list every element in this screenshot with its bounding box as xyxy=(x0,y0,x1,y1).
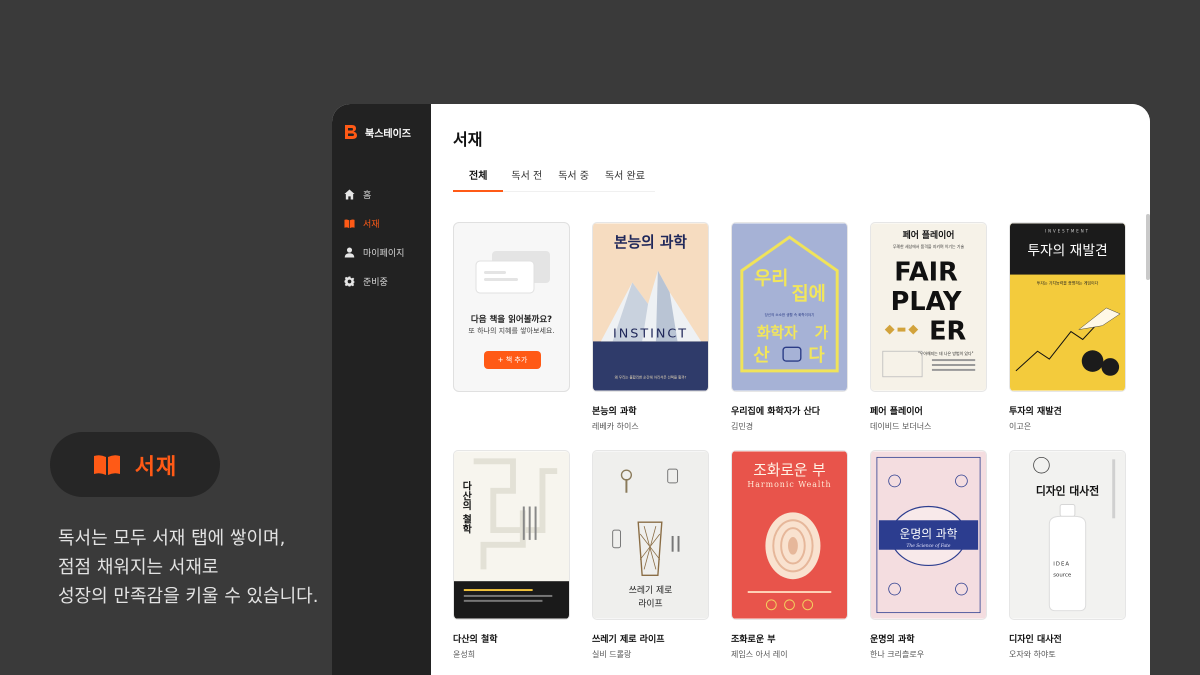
book-card[interactable]: 본능의 과학 INSTINCT 왜 우리는 불합리한 순간에 아리석은 선택을 … xyxy=(592,222,709,440)
svg-text:라이프: 라이프 xyxy=(638,599,662,610)
book-title: 본능의 과학 xyxy=(592,407,637,417)
svg-text:INVESTMENT: INVESTMENT xyxy=(1045,228,1090,233)
book-cover: 우리 집에 당신의 소소한 생활 속 화학이야기 화학자 가 산 다 xyxy=(731,222,848,392)
book-cover: INVESTMENT 투자의 재발견 투자는 가치능력을 증명하는 게임이다 xyxy=(1009,222,1126,392)
book-cover: 운명의 과학 The Science of Fate xyxy=(870,450,987,620)
book-card[interactable]: 우리 집에 당신의 소소한 생활 속 화학이야기 화학자 가 산 다 우리집에 … xyxy=(731,222,848,440)
open-book-icon xyxy=(344,219,355,229)
tab-bar: 전체 독서 전 독서 중 독서 완료 xyxy=(453,170,655,192)
book-title: 페어 플레이어 xyxy=(870,407,923,417)
svg-text:다: 다 xyxy=(808,345,825,366)
svg-text:투자의 재발견: 투자의 재발견 xyxy=(1027,243,1107,259)
book-author: 오자와 하야토 xyxy=(1009,650,1056,659)
svg-text:투자는 가치능력을 증명하는 게임이다: 투자는 가치능력을 증명하는 게임이다 xyxy=(1037,280,1099,285)
app-window: 북스테이즈 홈 서재 마이페이지 준비중 서재 전체 독서 전 독서 중 독서 … xyxy=(332,104,1150,675)
scrollbar[interactable] xyxy=(1146,214,1150,280)
home-icon xyxy=(344,189,355,200)
book-title: 투자의 재발견 xyxy=(1009,407,1062,417)
book-card[interactable]: 쓰레기 제로 라이프 쓰레기 제로 라이프 실비 드롤랑 xyxy=(592,450,709,668)
svg-text:쓰레기 제로: 쓰레기 제로 xyxy=(629,585,672,596)
book-author: 실비 드롤랑 xyxy=(592,650,632,659)
gear-icon xyxy=(344,276,355,287)
svg-text:페어 플레이어: 페어 플레이어 xyxy=(903,229,955,241)
svg-text:화학자: 화학자 xyxy=(757,324,798,341)
svg-text:Harmonic Wealth: Harmonic Wealth xyxy=(747,480,831,489)
sidebar: 북스테이즈 홈 서재 마이페이지 준비중 xyxy=(332,104,431,675)
main-content: 서재 전체 독서 전 독서 중 독서 완료 다음 책을 읽어볼까요? 또 하나의… xyxy=(431,104,1150,675)
sidebar-item-mypage[interactable]: 마이페이지 xyxy=(332,238,431,267)
add-card-subtitle: 또 하나의 지혜를 쌓아보세요. xyxy=(468,327,555,335)
svg-text:The Science of Fate: The Science of Fate xyxy=(906,544,950,549)
svg-text:IDEA: IDEA xyxy=(1053,561,1070,567)
svg-text:운명의 과학: 운명의 과학 xyxy=(900,527,958,541)
tab-all[interactable]: 전체 xyxy=(453,170,504,192)
sidebar-item-home[interactable]: 홈 xyxy=(332,180,431,209)
book-card[interactable]: INVESTMENT 투자의 재발견 투자는 가치능력을 증명하는 게임이다 투… xyxy=(1009,222,1126,440)
book-cover: 페어 플레이어 무례한 세상에서 품격을 지키며 이기는 기술 FAIR PLA… xyxy=(870,222,987,392)
add-card-title: 다음 책을 읽어볼까요? xyxy=(470,315,553,325)
svg-text:FAIR: FAIR xyxy=(894,257,958,287)
book-cover: 디자인 대사전 IDEA source xyxy=(1009,450,1126,620)
tab-before-reading[interactable]: 독서 전 xyxy=(503,170,550,192)
tab-finished[interactable]: 독서 완료 xyxy=(597,170,653,192)
book-author: 제임스 아서 레이 xyxy=(731,650,788,659)
tab-reading[interactable]: 독서 중 xyxy=(550,170,597,192)
svg-text:가: 가 xyxy=(815,324,829,341)
svg-text:source: source xyxy=(1053,572,1072,578)
book-title: 다산의 철학 xyxy=(453,635,498,645)
book-title: 우리집에 화학자가 산다 xyxy=(731,407,821,417)
book-card[interactable]: 디자인 대사전 IDEA source 디자인 대사전 오자와 하야토 xyxy=(1009,450,1126,668)
brand-logo-icon xyxy=(345,125,357,139)
svg-text:당신의 소소한 생활 속 화학이야기: 당신의 소소한 생활 속 화학이야기 xyxy=(765,312,815,317)
svg-text:산: 산 xyxy=(753,345,769,366)
feature-label: 서재 xyxy=(134,454,178,480)
book-card[interactable]: 다산의 철학 다산의 철학 윤성희 xyxy=(453,450,570,668)
sidebar-item-coming-soon[interactable]: 준비중 xyxy=(332,267,431,296)
book-author: 데이비드 보더너스 xyxy=(870,422,932,431)
svg-text:무례한 세상에서 품격을 지키며 이기는 기술: 무례한 세상에서 품격을 지키며 이기는 기술 xyxy=(893,244,965,249)
add-book-card[interactable]: 다음 책을 읽어볼까요? 또 하나의 지혜를 쌓아보세요. + 책 추가 xyxy=(453,222,570,440)
book-card[interactable]: 페어 플레이어 무례한 세상에서 품격을 지키며 이기는 기술 FAIR PLA… xyxy=(870,222,987,440)
svg-text:집에: 집에 xyxy=(792,284,826,305)
svg-text:INSTINCT: INSTINCT xyxy=(613,326,688,341)
book-grid: 다음 책을 읽어볼까요? 또 하나의 지혜를 쌓아보세요. + 책 추가 본능의… xyxy=(453,222,1126,668)
book-cover: 쓰레기 제로 라이프 xyxy=(592,450,709,620)
book-title: 운명의 과학 xyxy=(870,635,915,645)
svg-text:조화로운 부: 조화로운 부 xyxy=(753,462,825,479)
book-author: 이고은 xyxy=(1009,422,1032,431)
book-cover: 다산의 철학 xyxy=(453,450,570,620)
brand[interactable]: 북스테이즈 xyxy=(332,122,431,142)
book-author: 한나 크리츨로우 xyxy=(870,650,925,659)
book-cover: 본능의 과학 INSTINCT 왜 우리는 불합리한 순간에 아리석은 선택을 … xyxy=(592,222,709,392)
book-author: 김민경 xyxy=(731,422,754,431)
svg-text:디자인 대사전: 디자인 대사전 xyxy=(1036,484,1099,498)
add-book-button[interactable]: + 책 추가 xyxy=(484,351,541,369)
book-author: 윤성희 xyxy=(453,650,476,659)
svg-text:"우아해지는 데 나은 방법이 있다": "우아해지는 데 나은 방법이 있다" xyxy=(918,351,974,356)
open-book-icon xyxy=(93,454,120,475)
svg-text:왜 우리는 불합리한 순간에 아리석은 선택을 할까?: 왜 우리는 불합리한 순간에 아리석은 선택을 할까? xyxy=(615,375,687,380)
sidebar-item-library[interactable]: 서재 xyxy=(332,209,431,238)
book-author: 레베카 하이스 xyxy=(592,422,639,431)
placeholder-cards-icon xyxy=(475,251,550,294)
book-card[interactable]: 조화로운 부 Harmonic Wealth 조화로운 부 제임스 아서 레이 xyxy=(731,450,848,668)
feature-pill: 서재 xyxy=(50,432,220,497)
svg-text:우리: 우리 xyxy=(754,268,788,289)
svg-text:ER: ER xyxy=(929,316,966,346)
book-title: 디자인 대사전 xyxy=(1009,635,1062,645)
brand-name: 북스테이즈 xyxy=(365,128,411,140)
svg-text:본능의 과학: 본능의 과학 xyxy=(614,233,687,251)
book-card[interactable]: 운명의 과학 The Science of Fate 운명의 과학 한나 크리츨… xyxy=(870,450,987,668)
svg-text:다산의 철학: 다산의 철학 xyxy=(460,480,472,535)
svg-text:PLAY: PLAY xyxy=(891,287,962,317)
book-title: 쓰레기 제로 라이프 xyxy=(592,635,665,645)
person-icon xyxy=(344,247,355,258)
book-title: 조화로운 부 xyxy=(731,635,776,645)
feature-description: 독서는 모두 서재 탭에 쌓이며, 점점 채워지는 서재로 성장의 만족감을 키… xyxy=(58,528,319,607)
page-title: 서재 xyxy=(453,130,483,149)
book-cover: 조화로운 부 Harmonic Wealth xyxy=(731,450,848,620)
